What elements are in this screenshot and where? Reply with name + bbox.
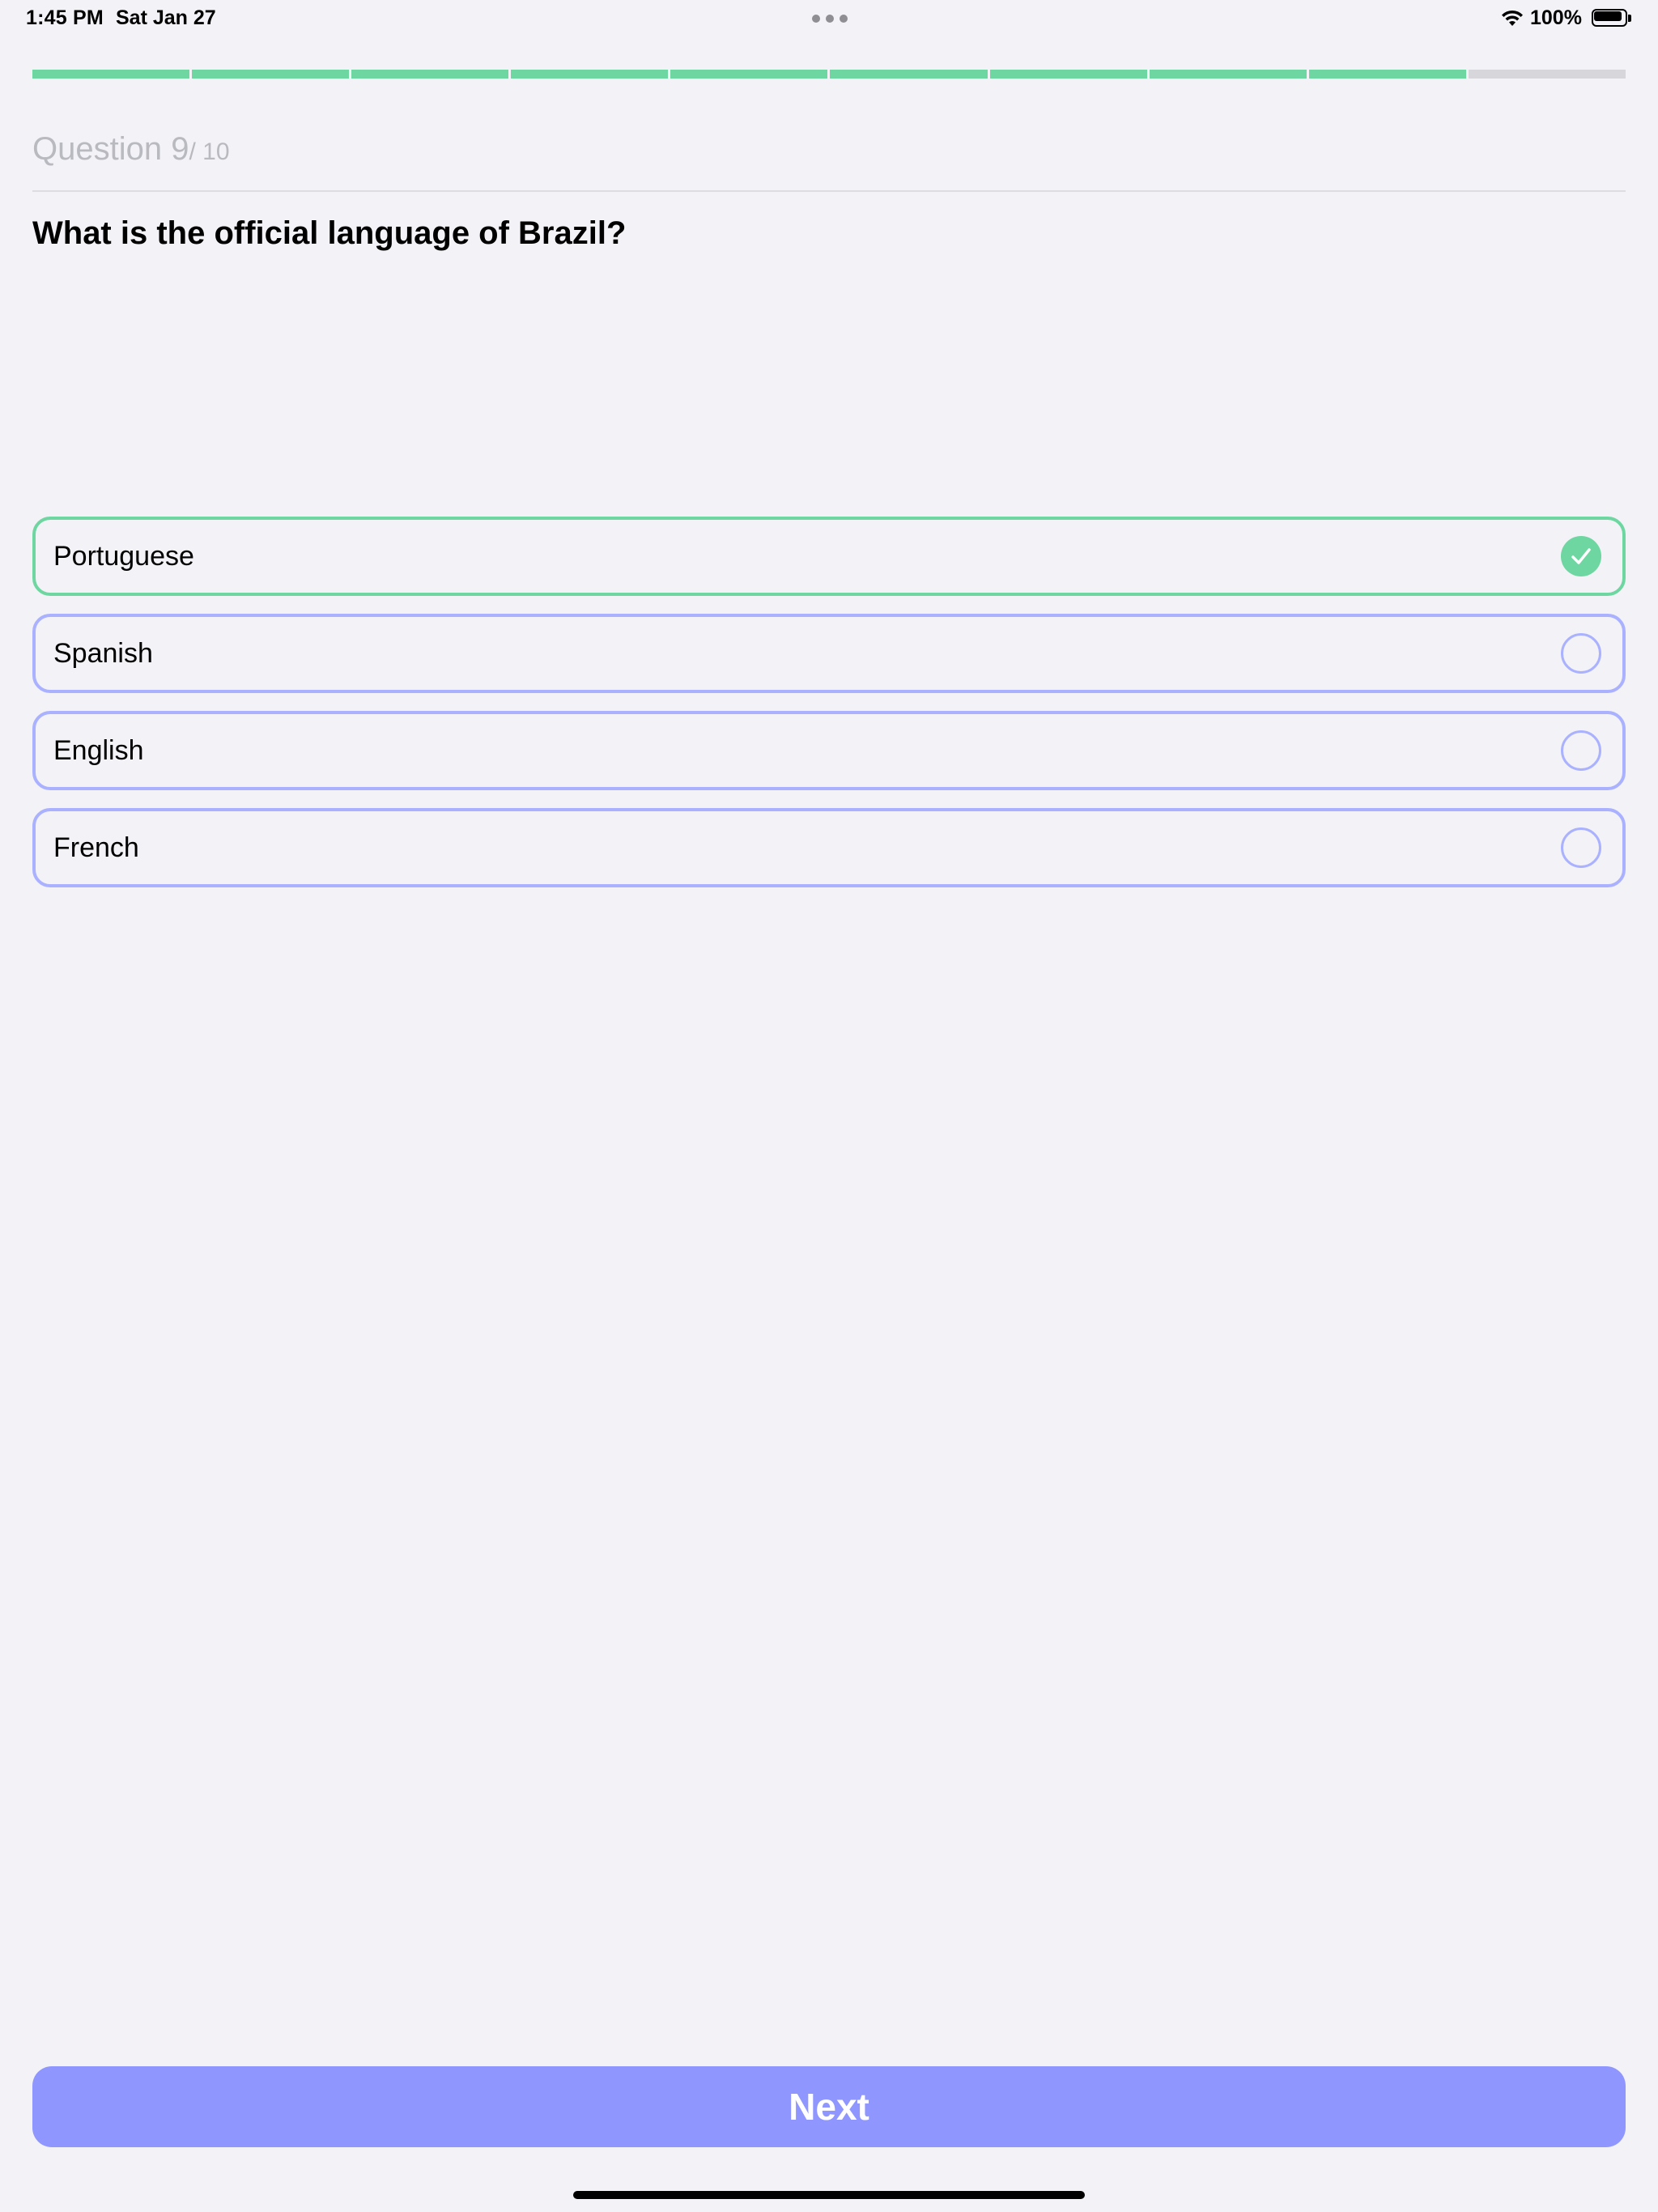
wifi-icon [1502,10,1523,26]
answer-label: Spanish [53,638,153,669]
radio-icon [1561,827,1601,868]
radio-icon [1561,633,1601,674]
battery-icon [1592,9,1634,28]
multitasking-dots-icon[interactable] [812,15,848,23]
status-bar: 1:45 PM Sat Jan 27 100% [0,0,1658,39]
checkmark-icon [1561,536,1601,576]
progress-segment-complete [511,70,669,79]
progress-segment-complete [32,70,190,79]
progress-segment-complete [1308,70,1466,79]
question-counter: Question 9/ 10 [32,131,230,168]
progress-segment-complete [670,70,828,79]
answer-label: French [53,832,139,863]
answer-label: Portuguese [53,541,194,572]
progress-segment-complete [192,70,350,79]
quiz-progress-bar [32,70,1626,79]
home-indicator[interactable] [573,2191,1085,2199]
progress-segment-complete [989,70,1147,79]
next-button[interactable]: Next [32,2066,1626,2147]
battery-percentage: 100% [1530,6,1582,29]
progress-segment-complete [1149,70,1307,79]
answer-option[interactable]: English [32,711,1626,790]
answer-option[interactable]: Portuguese [32,517,1626,596]
answer-option[interactable]: Spanish [32,614,1626,693]
question-text: What is the official language of Brazil? [32,215,627,251]
progress-segment-remaining [1468,70,1626,79]
answer-option[interactable]: French [32,808,1626,887]
question-number: Question 9 [32,131,189,167]
status-date: Sat Jan 27 [116,6,216,29]
progress-segment-complete [830,70,988,79]
question-total: / 10 [189,138,230,165]
answer-list: Portuguese Spanish English French [32,517,1626,905]
answer-label: English [53,735,144,766]
progress-segment-complete [351,70,509,79]
header-divider [32,190,1626,192]
status-time: 1:45 PM [26,6,104,29]
radio-icon [1561,730,1601,771]
